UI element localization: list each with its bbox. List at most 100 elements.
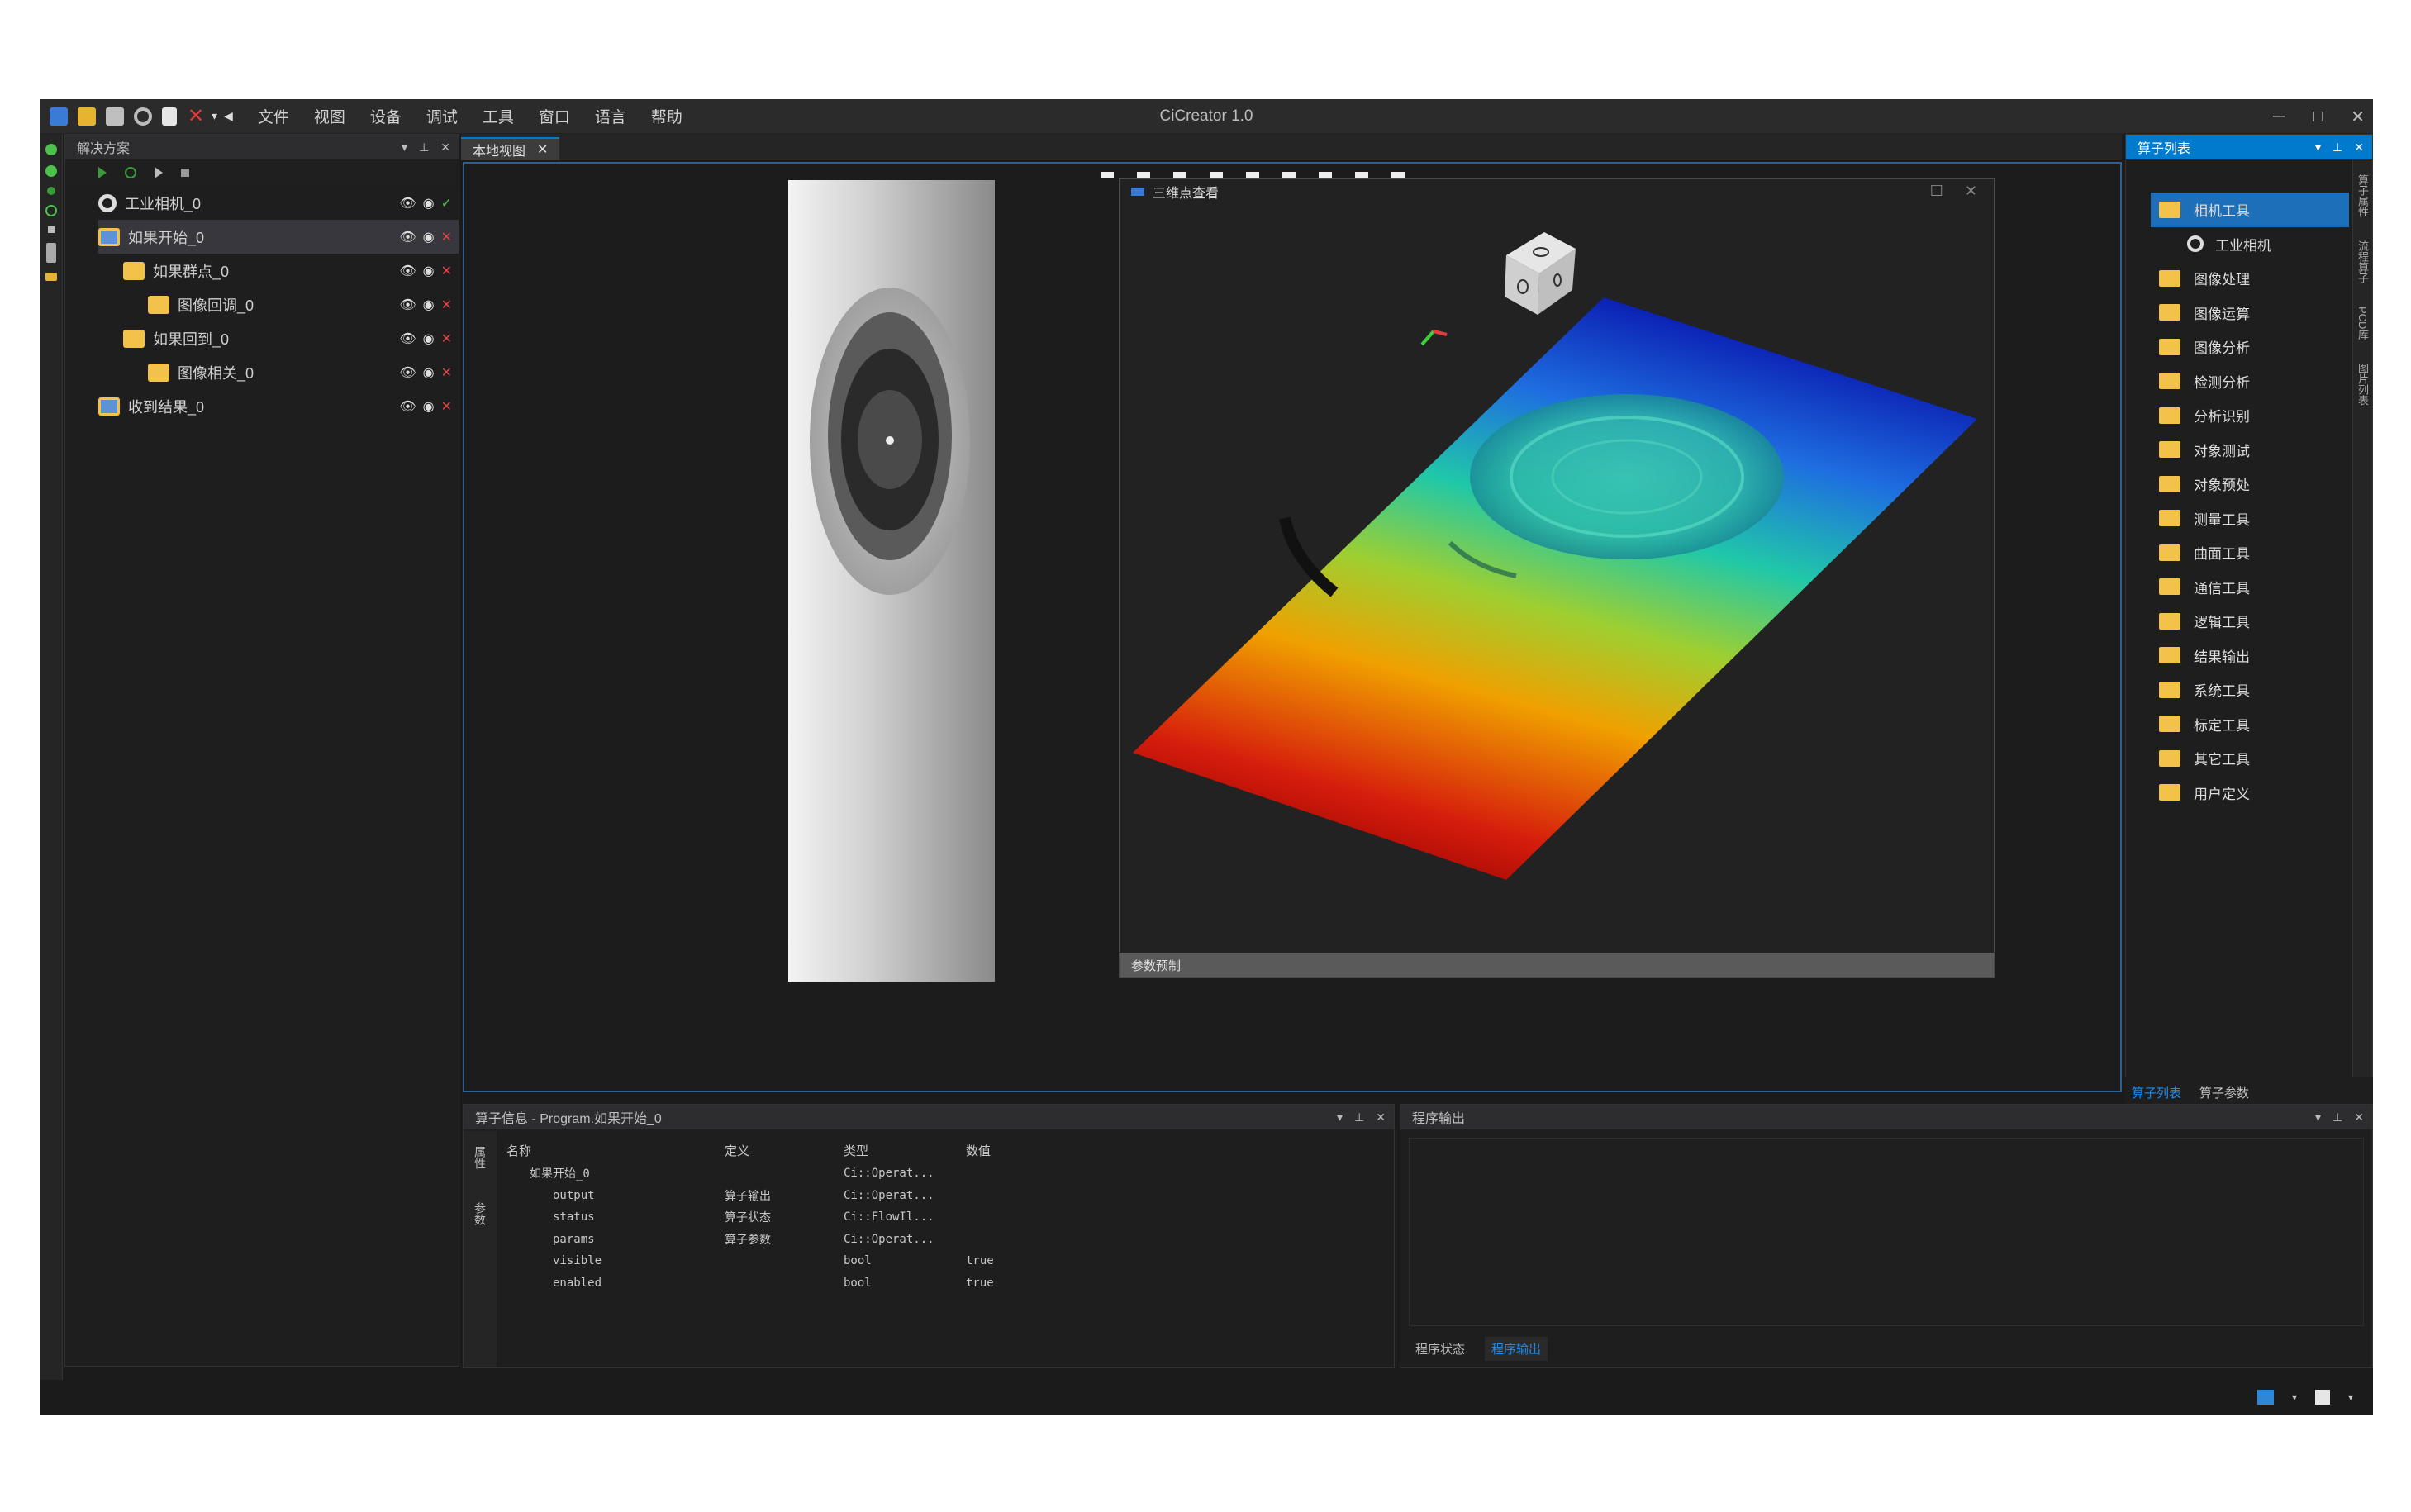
solution-tab-icon[interactable] (45, 243, 56, 263)
view-tool-icon[interactable] (1319, 172, 1332, 178)
run-once-icon[interactable] (98, 167, 107, 178)
vtab-operator-properties[interactable]: 算子属性 (2355, 174, 2371, 217)
comment-icon[interactable] (45, 273, 57, 281)
operator-category[interactable]: 逻辑工具 (2151, 604, 2349, 639)
view-cube[interactable] (1505, 232, 1576, 315)
view-tool-icon[interactable] (1391, 172, 1405, 178)
visibility-icon[interactable]: 👁 (399, 330, 416, 347)
viewer-maximize-icon[interactable]: ☐ (1930, 183, 1943, 200)
vtab-flow-operators[interactable]: 流程算子 (2355, 240, 2371, 283)
table-row[interactable]: params 算子参数 Ci::Operat... (506, 1229, 1065, 1251)
menu-device[interactable]: 设备 (370, 105, 402, 127)
visibility-icon[interactable]: 👁 (399, 229, 416, 245)
tab-program-output[interactable]: 程序输出 (1485, 1337, 1548, 1361)
stop-run-icon[interactable] (181, 169, 189, 177)
menu-debug[interactable]: 调试 (426, 105, 458, 127)
operator-category[interactable]: 系统工具 (2151, 673, 2349, 707)
point-cloud-viewer[interactable]: 三维点查看 ☐ ✕ 参数预制 (1119, 178, 1995, 978)
panel-close-icon[interactable]: ✕ (2354, 1110, 2364, 1124)
operator-category[interactable]: 对象预处 (2151, 467, 2349, 502)
operator-category[interactable]: 图像分析 (2151, 330, 2349, 364)
vtab-image-list[interactable]: 图片列表 (2355, 363, 2371, 406)
view-tool-icon[interactable] (1282, 172, 1296, 178)
visibility-icon[interactable]: 👁 (399, 297, 416, 313)
pin-icon[interactable]: ⊥ (2333, 140, 2342, 155)
operator-category[interactable]: 分析识别 (2151, 398, 2349, 433)
preview-icon[interactable]: ◉ (423, 297, 435, 313)
view-tool-icon[interactable] (1101, 172, 1114, 178)
preview-icon[interactable]: ◉ (423, 195, 435, 212)
visibility-icon[interactable]: 👁 (399, 398, 416, 415)
tab-local-view[interactable]: 本地视图 ✕ (461, 137, 560, 160)
menu-view[interactable]: 视图 (314, 105, 345, 127)
table-row[interactable]: status 算子状态 Ci::FlowIl... (506, 1206, 1065, 1229)
panel-menu-icon[interactable]: ▾ (2315, 140, 2321, 155)
visibility-icon[interactable]: 👁 (399, 263, 416, 279)
tree-item-program-start[interactable]: 如果开始_0 👁 ◉ ✕ (98, 220, 459, 254)
visibility-icon[interactable]: 👁 (399, 364, 416, 381)
pin-icon[interactable]: ⊥ (419, 140, 429, 155)
tree-item-return[interactable]: 如果回到_0 👁 ◉ ✕ (98, 321, 459, 355)
close-window-button[interactable]: ✕ (2351, 107, 2365, 127)
panel-menu-icon[interactable]: ▾ (2315, 1110, 2321, 1124)
pin-icon[interactable]: ⊥ (1354, 1110, 1364, 1124)
view-tool-icon[interactable] (1246, 172, 1259, 178)
view-tool-icon[interactable] (1355, 172, 1368, 178)
operator-category[interactable]: 结果输出 (2151, 639, 2349, 673)
table-row[interactable]: enabled bool true (506, 1272, 1065, 1295)
back-arrow-icon[interactable]: ◀ (224, 109, 233, 123)
step-icon[interactable] (155, 167, 163, 178)
chevron-down-icon[interactable]: ▾ (2292, 1391, 2297, 1403)
maximize-button[interactable]: □ (2313, 107, 2323, 126)
tree-item-point-cloud[interactable]: 如果群点_0 👁 ◉ ✕ (98, 254, 459, 288)
operator-industrial-camera[interactable]: 工业相机 (2151, 227, 2349, 262)
settings-icon[interactable] (134, 107, 152, 126)
panel-close-icon[interactable]: ✕ (1376, 1110, 1386, 1124)
open-folder-icon[interactable] (78, 107, 96, 126)
preview-icon[interactable]: ◉ (423, 330, 435, 347)
operator-category[interactable]: 图像处理 (2151, 261, 2349, 296)
tree-item-image-related[interactable]: 图像相关_0 👁 ◉ ✕ (98, 355, 459, 389)
delete-icon[interactable]: ✕ (187, 106, 205, 126)
operator-category[interactable]: 检测分析 (2151, 364, 2349, 399)
menu-language[interactable]: 语言 (595, 105, 626, 127)
grayscale-image-tile[interactable] (788, 180, 995, 982)
viewer-close-icon[interactable]: ✕ (1965, 183, 1977, 200)
panel-close-icon[interactable]: ✕ (2354, 140, 2364, 155)
operator-category[interactable]: 曲面工具 (2151, 535, 2349, 570)
minimize-button[interactable]: ─ (2273, 107, 2285, 126)
operator-category[interactable]: 通信工具 (2151, 570, 2349, 605)
loop-icon[interactable] (45, 205, 57, 216)
connect-icon[interactable] (45, 165, 57, 177)
menu-file[interactable]: 文件 (258, 105, 289, 127)
chevron-down-icon[interactable]: ▾ (2348, 1391, 2353, 1403)
column-header-type[interactable]: 类型 (844, 1142, 966, 1159)
table-row[interactable]: 如果开始_0 Ci::Operat... (506, 1163, 1065, 1185)
point-cloud-render[interactable] (1120, 204, 1995, 954)
view-tool-icon[interactable] (1210, 172, 1223, 178)
program-output-log[interactable] (1409, 1138, 2364, 1326)
column-header-value[interactable]: 数值 (966, 1142, 1065, 1159)
view-tool-icon[interactable] (1137, 172, 1150, 178)
stop-icon[interactable] (47, 226, 55, 233)
new-document-icon[interactable] (162, 107, 177, 126)
run-status-icon[interactable] (45, 144, 57, 155)
language-icon[interactable] (2256, 1390, 2274, 1405)
operator-category[interactable]: 测量工具 (2151, 502, 2349, 536)
tab-operator-params[interactable]: 算子参数 (2199, 1084, 2249, 1101)
panel-menu-icon[interactable]: ▾ (402, 140, 407, 155)
table-row[interactable]: visible bool true (506, 1250, 1065, 1272)
table-row[interactable]: output 算子输出 Ci::Operat... (506, 1185, 1065, 1207)
dropdown-arrow-icon[interactable]: ▾ (212, 109, 217, 123)
tree-item-camera[interactable]: 工业相机_0 👁 ◉ ✓ (98, 186, 459, 220)
operator-category[interactable]: 标定工具 (2151, 707, 2349, 742)
main-view-canvas[interactable]: 三维点查看 ☐ ✕ 参数预制 (463, 162, 2122, 1092)
tree-item-result[interactable]: 收到结果_0 👁 ◉ ✕ (98, 389, 459, 423)
preview-icon[interactable]: ◉ (423, 263, 435, 279)
tab-operator-list[interactable]: 算子列表 (2132, 1084, 2181, 1101)
menu-help[interactable]: 帮助 (651, 105, 682, 127)
view-tool-icon[interactable] (1173, 172, 1186, 178)
tab-program-status[interactable]: 程序状态 (1409, 1337, 1472, 1361)
preview-icon[interactable]: ◉ (423, 398, 435, 415)
operator-category-camera-tools[interactable]: 相机工具 (2151, 193, 2349, 227)
